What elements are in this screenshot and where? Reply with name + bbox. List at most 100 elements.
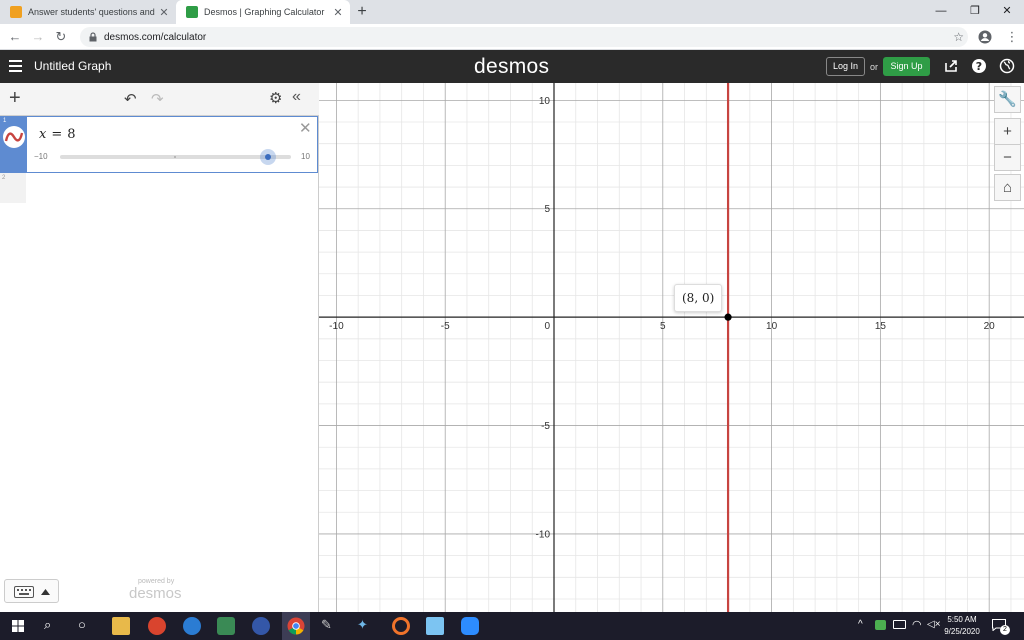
- x-tick-label: 10: [766, 321, 778, 332]
- close-tab-icon[interactable]: ✕: [330, 6, 346, 19]
- y-tick-label: -5: [541, 421, 550, 432]
- graph-style-icon[interactable]: [3, 126, 25, 148]
- expression-panel: + ↶ ↷ ⚙ « 1 x = 8 ✕ −10 10 2 powered by …: [0, 83, 319, 612]
- reload-icon[interactable]: ↻: [51, 27, 71, 47]
- y-tick-labels: 10 5 -5 -10: [536, 96, 551, 541]
- slider-thumb[interactable]: [259, 149, 276, 165]
- x-tick-label: -10: [329, 321, 344, 332]
- show-hidden-icons-icon[interactable]: ^: [858, 619, 863, 630]
- slider-min-label[interactable]: −10: [34, 152, 48, 161]
- task-view-icon[interactable]: ○: [78, 617, 96, 635]
- add-expression-icon[interactable]: +: [9, 87, 21, 110]
- app-icon[interactable]: [148, 617, 166, 635]
- file-explorer-icon[interactable]: [112, 617, 130, 635]
- help-icon[interactable]: ?: [971, 58, 987, 74]
- wifi-icon[interactable]: ◠: [912, 618, 922, 631]
- powered-by-logo: desmos: [129, 585, 182, 602]
- shield-app-icon[interactable]: [217, 617, 235, 635]
- app-icon[interactable]: [426, 617, 444, 635]
- forward-icon[interactable]: →: [28, 27, 48, 47]
- language-globe-icon[interactable]: [999, 58, 1015, 74]
- chrome-icon: [287, 617, 305, 635]
- url-text: desmos.com/calculator: [104, 31, 207, 43]
- wrench-icon[interactable]: 🔧: [994, 86, 1021, 113]
- slider-track[interactable]: [60, 149, 291, 165]
- chrome-taskbar-item[interactable]: [282, 612, 310, 640]
- expression-index: 1: [3, 118, 7, 124]
- expression-value: 8: [67, 127, 76, 142]
- delete-expression-icon[interactable]: ✕: [299, 119, 312, 137]
- address-bar: ← → ↻ desmos.com/calculator ☆ ⋮: [0, 24, 1024, 50]
- restore-icon[interactable]: ❐: [958, 0, 992, 24]
- expression-tab[interactable]: 1: [1, 117, 27, 172]
- graph-title[interactable]: Untitled Graph: [34, 59, 111, 73]
- browser-tab-strip: Answer students' questions and … ✕ Desmo…: [0, 0, 1024, 24]
- system-clock[interactable]: 5:50 AM 9/25/2020: [940, 614, 984, 638]
- windows-taskbar: ⌕ ○ ✎ ✦ ^ ◠ ◁× 5:50 AM 9/25/2020 2: [0, 612, 1024, 640]
- clock-date: 9/25/2020: [944, 627, 980, 636]
- signup-button[interactable]: Sign Up: [883, 57, 930, 76]
- point-8-0[interactable]: [724, 313, 732, 321]
- y-tick-label: 5: [544, 204, 550, 215]
- url-field[interactable]: desmos.com/calculator ☆: [80, 27, 968, 47]
- tab-desmos[interactable]: Desmos | Graphing Calculator ✕: [176, 0, 350, 24]
- x-tick-labels: -10 -5 0 5 10 15 20: [329, 321, 995, 332]
- search-icon[interactable]: ⌕: [44, 617, 62, 635]
- expression-variable: x: [39, 127, 47, 142]
- desmos-header: Untitled Graph desmos Log In or Sign Up …: [0, 50, 1024, 83]
- expression-toolbar: + ↶ ↷ ⚙ «: [0, 83, 319, 116]
- zoom-in-button[interactable]: +: [994, 118, 1021, 145]
- close-window-icon[interactable]: ✕: [990, 0, 1024, 24]
- major-grid: [319, 83, 1024, 612]
- app-icon[interactable]: [252, 617, 270, 635]
- edge-icon[interactable]: [183, 617, 201, 635]
- app-icon[interactable]: ✦: [357, 617, 375, 635]
- home-icon[interactable]: ⌂: [994, 174, 1021, 201]
- x-tick-label: 15: [875, 321, 887, 332]
- windows-start-icon[interactable]: [12, 620, 24, 632]
- collapse-panel-icon[interactable]: «: [292, 88, 301, 106]
- zoom-out-button[interactable]: −: [994, 144, 1021, 171]
- notification-count-badge: 2: [1000, 625, 1010, 635]
- lock-icon: [89, 32, 97, 42]
- app-icon[interactable]: ✎: [321, 617, 339, 635]
- or-label: or: [870, 62, 879, 72]
- tab-answer-students[interactable]: Answer students' questions and … ✕: [0, 0, 176, 24]
- new-tab-icon[interactable]: +: [352, 2, 372, 22]
- x-tick-label: 0: [544, 321, 550, 332]
- app-icon[interactable]: [392, 617, 410, 635]
- browser-menu-icon[interactable]: ⋮: [1002, 27, 1022, 47]
- expression-index: 2: [2, 175, 6, 181]
- profile-icon[interactable]: [978, 30, 992, 44]
- share-icon[interactable]: [943, 58, 959, 74]
- close-tab-icon[interactable]: ✕: [156, 6, 172, 19]
- caret-up-icon: [41, 589, 50, 595]
- tab-title: Answer students' questions and …: [28, 7, 156, 17]
- tray-app-icon[interactable]: [875, 620, 886, 630]
- hamburger-menu-icon[interactable]: [9, 60, 22, 72]
- expression-row-2[interactable]: 2: [0, 173, 26, 203]
- x-tick-label: -5: [441, 321, 450, 332]
- tab-title: Desmos | Graphing Calculator: [204, 7, 325, 17]
- point-coordinate-label[interactable]: (8, 0): [674, 284, 723, 312]
- expression-row-1[interactable]: 1 x = 8 ✕ −10 10: [0, 116, 318, 173]
- keyboard-toggle-button[interactable]: [4, 579, 59, 603]
- keyboard-icon: [14, 586, 34, 598]
- clock-time: 5:50 AM: [947, 615, 977, 624]
- slider-zero-marker: [174, 156, 176, 158]
- login-button[interactable]: Log In: [826, 57, 866, 76]
- slider-max-label[interactable]: 10: [301, 152, 310, 161]
- back-icon[interactable]: ←: [5, 27, 25, 47]
- zoom-app-icon[interactable]: [461, 617, 479, 635]
- bookmark-star-icon[interactable]: ☆: [953, 27, 964, 47]
- desmos-logo: desmos: [474, 55, 550, 78]
- graph-canvas[interactable]: -10 -5 0 5 10 15 20 10 5 -5 -10: [319, 83, 1024, 612]
- gear-icon[interactable]: ⚙: [269, 89, 282, 107]
- redo-icon[interactable]: ↷: [151, 90, 164, 108]
- volume-muted-icon[interactable]: ◁×: [927, 619, 941, 630]
- undo-icon[interactable]: ↶: [124, 90, 137, 108]
- battery-icon[interactable]: [893, 620, 906, 629]
- expression-input[interactable]: x = 8: [39, 127, 76, 142]
- svg-text:?: ?: [976, 60, 982, 73]
- minimize-icon[interactable]: —: [924, 0, 958, 24]
